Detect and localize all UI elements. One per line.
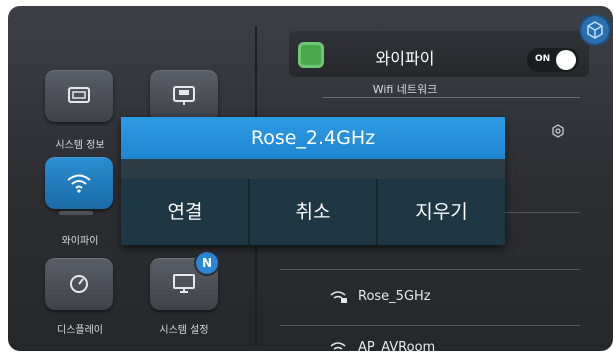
network-name: AP_AVRoom (358, 340, 436, 353)
network-item[interactable]: AP_AVRoom (330, 340, 435, 353)
settings-gear-icon[interactable] (550, 123, 566, 139)
wifi-icon (67, 174, 91, 193)
forget-button[interactable]: 지우기 (378, 179, 505, 245)
subtitle-underline (322, 97, 580, 98)
cancel-button[interactable]: 취소 (250, 179, 376, 245)
screen: 시스템 정보 와이파이 디스플레이 N 시스템 설정 와이파이 ON Wifi … (0, 0, 613, 353)
wifi-app-icon (298, 42, 324, 68)
dialog-title: Rose_2.4GHz (121, 117, 505, 159)
new-badge: N (196, 252, 218, 274)
wifi-lock-icon (330, 341, 346, 350)
system-info-icon (68, 87, 90, 103)
dialog-spacer (121, 159, 505, 179)
display-tile[interactable] (45, 258, 113, 310)
system-info-label: 시스템 정보 (55, 140, 105, 151)
router-tile[interactable] (150, 70, 218, 122)
router-icon (173, 86, 195, 105)
wifi-title: 와이파이 (375, 49, 435, 68)
network-item[interactable]: Rose_5GHz (330, 289, 431, 304)
wifi-label: 와이파이 (61, 236, 99, 247)
connect-button[interactable]: 연결 (121, 179, 249, 245)
network-name: Rose_5GHz (358, 289, 431, 304)
system-info-tile[interactable] (45, 70, 113, 122)
network-separator (280, 325, 580, 326)
monitor-icon (173, 274, 195, 293)
wifi-tile-indicator (59, 211, 93, 215)
display-icon (70, 275, 88, 293)
network-dialog: Rose_2.4GHz 연결 취소 지우기 (121, 117, 505, 245)
network-separator (280, 269, 580, 270)
wifi-tile[interactable] (45, 157, 113, 209)
wifi-toggle-knob[interactable] (556, 50, 576, 70)
wifi-toggle-label: ON (535, 54, 551, 64)
display-label: 디스플레이 (57, 325, 103, 336)
wifi-lock-icon (330, 290, 347, 303)
cube-icon[interactable] (581, 16, 609, 44)
wifi-network-subtitle: Wifi 네트워크 (372, 83, 438, 96)
system-settings-label: 시스템 설정 (159, 325, 209, 336)
